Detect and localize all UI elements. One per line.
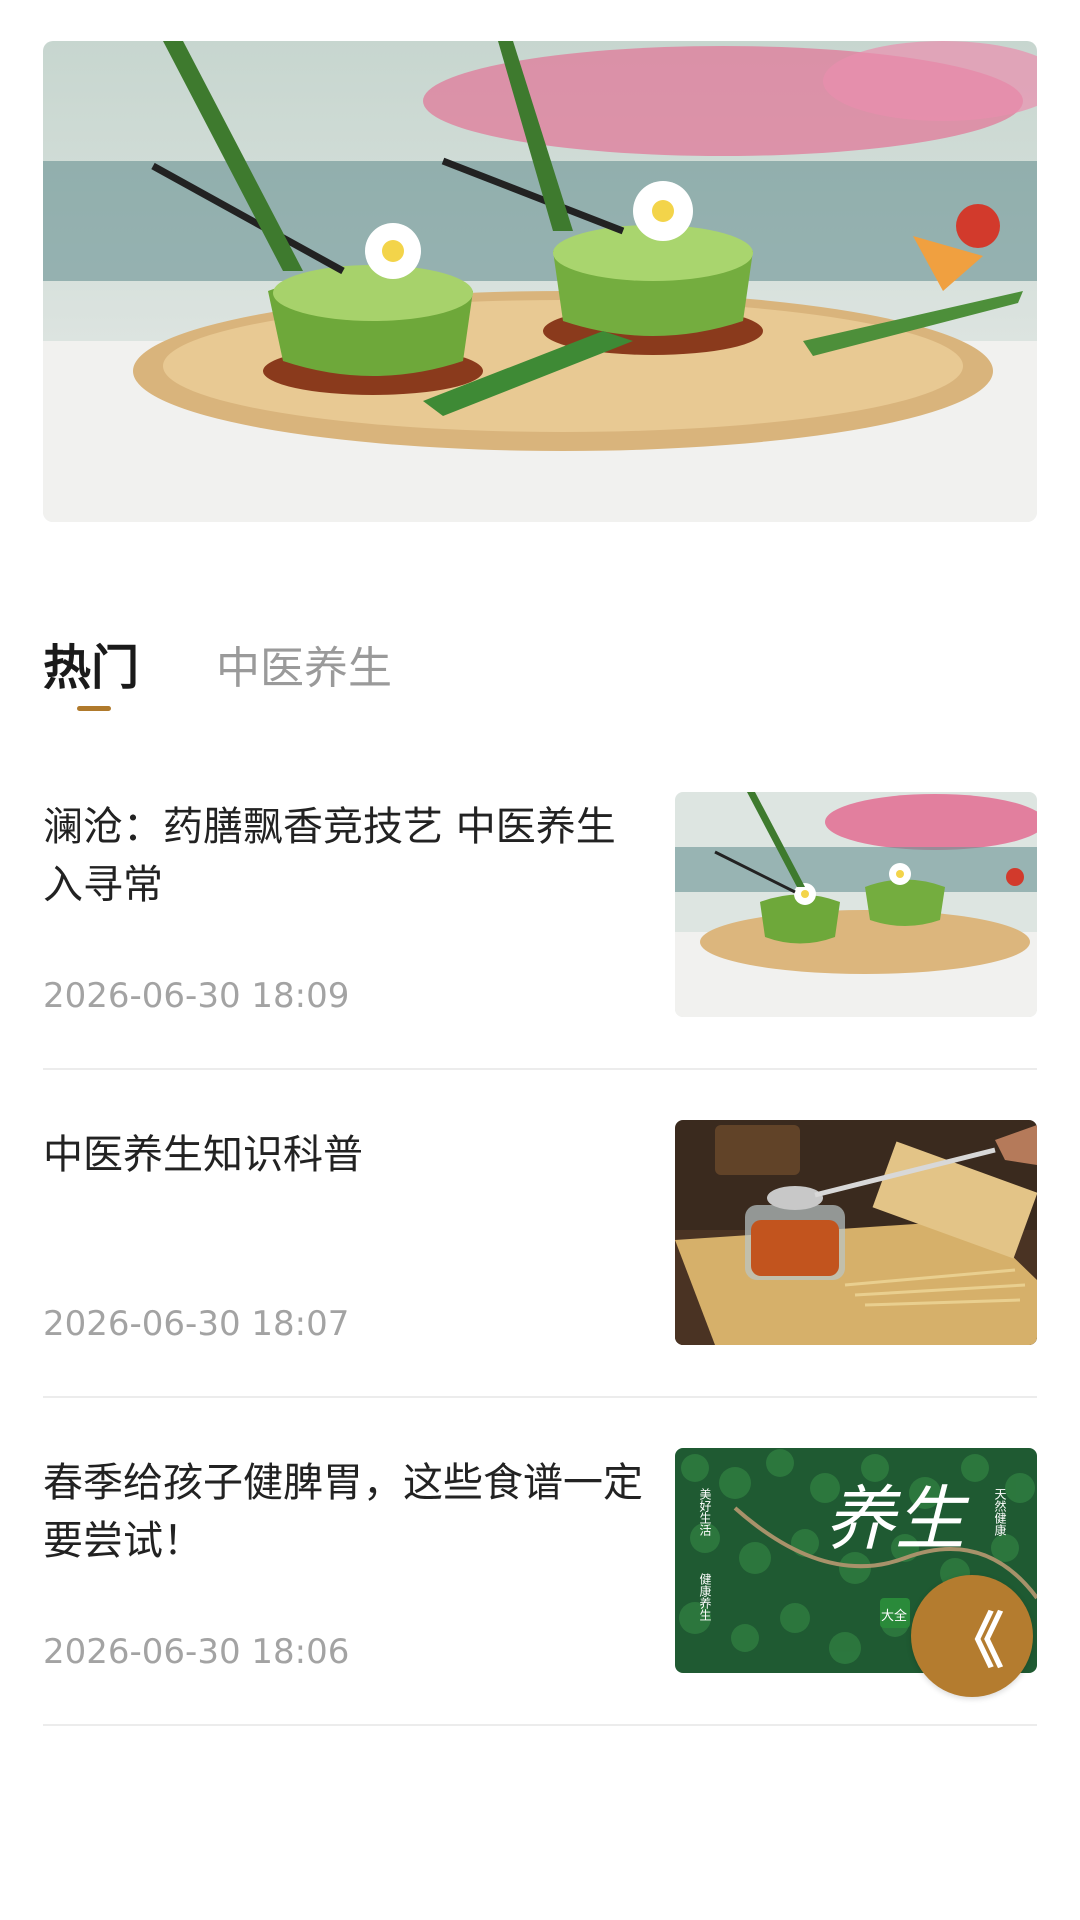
list-item[interactable]: 春季给孩子健脾胃，这些食谱一定要尝试！ 2026-06-30 18:06 养生 [43,1398,1037,1726]
svg-text:美好生活: 美好生活 [698,1488,712,1536]
list-item[interactable]: 中医养生知识科普 2026-06-30 18:07 [43,1070,1037,1398]
article-thumbnail [675,792,1037,1017]
article-time: 2026-06-30 18:09 [43,976,350,1016]
banner-image [43,41,1037,522]
article-time: 2026-06-30 18:06 [43,1632,350,1672]
svg-text:养生: 养生 [825,1478,970,1560]
article-title: 中医养生知识科普 [43,1132,363,1178]
article-list: 澜沧：药膳飘香竞技艺 中医养生入寻常 2026-06-30 18:09 中医养生… [43,790,1037,1726]
tab-tcm-health[interactable]: 中医养生 [216,632,392,696]
svg-text:天然健康: 天然健康 [993,1488,1007,1536]
back-floating-button[interactable]: 《 [911,1575,1033,1697]
list-item[interactable]: 澜沧：药膳飘香竞技艺 中医养生入寻常 2026-06-30 18:09 [43,790,1037,1070]
svg-text:大全: 大全 [881,1608,907,1624]
svg-text:健康养生: 健康养生 [698,1573,712,1621]
article-title: 澜沧：药膳飘香竞技艺 中医养生入寻常 [43,804,616,908]
banner-carousel[interactable] [43,41,1037,522]
double-chevron-left-icon: 《 [944,1606,1004,1677]
tab-hot[interactable]: 热门 [43,628,139,698]
article-thumbnail [675,1120,1037,1345]
tab-active-indicator [77,706,111,711]
article-title: 春季给孩子健脾胃，这些食谱一定要尝试！ [43,1460,643,1564]
article-time: 2026-06-30 18:07 [43,1304,350,1344]
